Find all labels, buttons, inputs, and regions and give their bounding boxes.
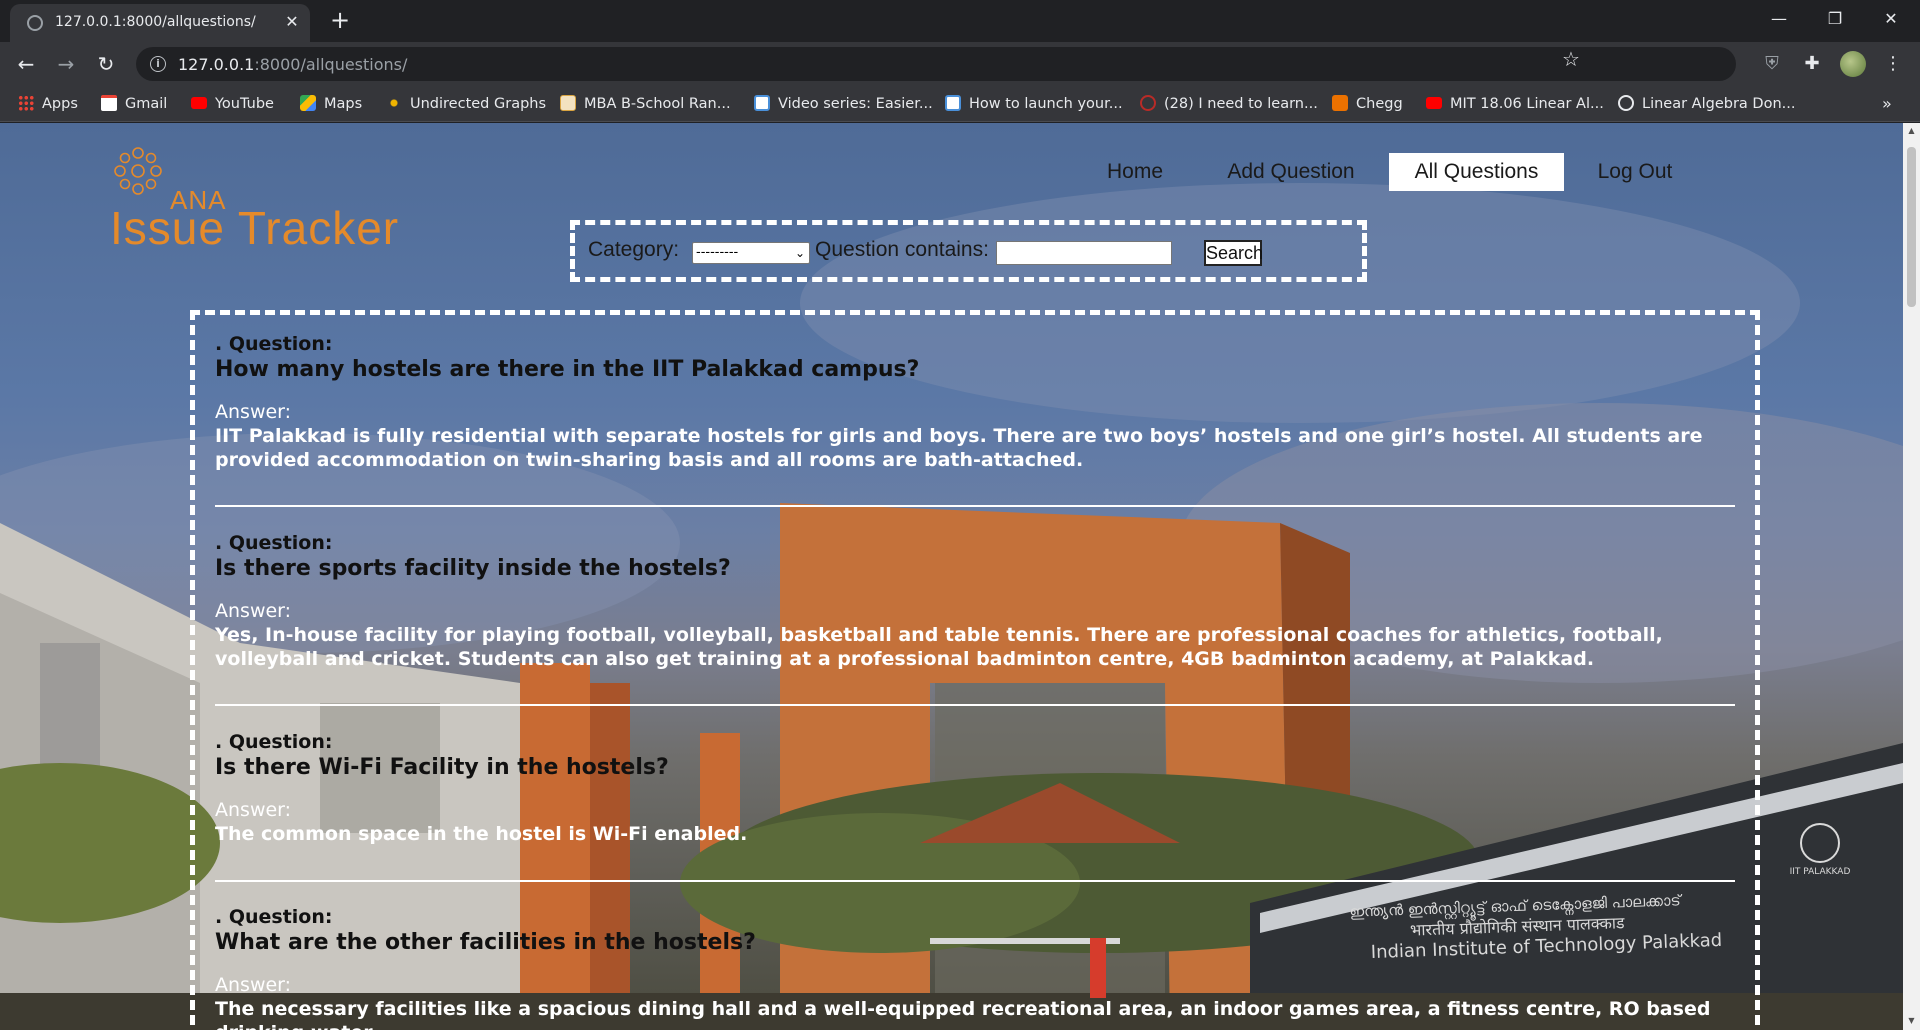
- extensions-puzzle-icon[interactable]: ✚: [1799, 51, 1825, 77]
- bookmark-maps[interactable]: Maps: [300, 95, 362, 113]
- nav-add-question[interactable]: Add Question: [1208, 153, 1374, 191]
- profile-avatar[interactable]: [1840, 51, 1866, 77]
- browser-tab[interactable]: 127.0.0.1:8000/allquestions/ ✕: [10, 4, 310, 42]
- bookmark-gmail[interactable]: Gmail: [101, 95, 167, 113]
- chevron-down-icon: ⌄: [794, 246, 805, 260]
- question-label: . Question:: [215, 906, 333, 928]
- question-label: . Question:: [215, 532, 333, 554]
- question-text: Is there Wi-Fi Facility in the hostels?: [215, 755, 669, 780]
- graph-icon: [386, 95, 402, 111]
- maps-icon: [300, 95, 316, 111]
- answer-text: IIT Palakkad is fully residential with s…: [215, 425, 1703, 471]
- quora-icon: [1140, 95, 1156, 111]
- list-item: . Question: Is there Wi-Fi Facility in t…: [215, 730, 1740, 846]
- answer-text: The common space in the hostel is Wi-Fi …: [215, 823, 748, 845]
- divider: [215, 505, 1735, 507]
- minimize-icon[interactable]: —: [1751, 0, 1807, 38]
- bookmark-mba[interactable]: MBA B-School Ran...: [560, 95, 731, 113]
- chegg-icon: [1332, 95, 1348, 111]
- list-item: . Question: How many hostels are there i…: [215, 332, 1740, 472]
- question-text: Is there sports facility inside the host…: [215, 556, 731, 581]
- back-icon[interactable]: ←: [12, 50, 40, 78]
- category-select[interactable]: --------- ⌄: [692, 242, 810, 264]
- emblem-icon: [1800, 823, 1840, 863]
- bookmark-linear-algebra[interactable]: Linear Algebra Don...: [1618, 95, 1795, 113]
- shield-extension-icon[interactable]: ⛨: [1759, 51, 1785, 77]
- answer-label: Answer:: [215, 799, 292, 821]
- close-tab-icon[interactable]: ✕: [281, 11, 303, 33]
- question-label: . Question:: [215, 731, 333, 753]
- divider: [215, 704, 1735, 706]
- bookmark-star-icon[interactable]: ☆: [1562, 47, 1580, 71]
- apps-grid-icon: [18, 95, 34, 111]
- divider: [215, 880, 1735, 882]
- url-text[interactable]: 127.0.0.1:8000/allquestions/: [178, 55, 407, 74]
- scroll-thumb[interactable]: [1907, 147, 1916, 307]
- forward-icon[interactable]: →: [52, 50, 80, 78]
- address-bar[interactable]: i 127.0.0.1:8000/allquestions/: [136, 47, 1736, 81]
- background-emblem: IIT PALAKKAD: [1780, 823, 1860, 877]
- gmail-icon: [101, 95, 117, 111]
- search-form: Category: --------- ⌄ Question contains:…: [570, 220, 1367, 282]
- question-contains-label: Question contains:: [815, 238, 989, 261]
- answer-text: The necessary facilities like a spacious…: [215, 998, 1711, 1030]
- list-item: . Question: What are the other facilitie…: [215, 905, 1740, 1030]
- nav-all-questions[interactable]: All Questions: [1389, 153, 1564, 191]
- doc-icon: [945, 95, 961, 111]
- bookmark-mit-linear[interactable]: MIT 18.06 Linear Al...: [1426, 95, 1604, 113]
- youtube-icon: [191, 97, 207, 109]
- bookmark-undirected-graphs[interactable]: Undirected Graphs: [386, 95, 546, 113]
- doc-icon: [754, 95, 770, 111]
- bookmark-chegg[interactable]: Chegg: [1332, 95, 1403, 113]
- question-search-input[interactable]: [996, 241, 1172, 265]
- list-item: . Question: Is there sports facility ins…: [215, 531, 1740, 671]
- tab-title: 127.0.0.1:8000/allquestions/: [55, 14, 256, 30]
- close-window-icon[interactable]: ✕: [1863, 0, 1919, 38]
- question-label: . Question:: [215, 333, 333, 355]
- nav-log-out[interactable]: Log Out: [1585, 153, 1685, 191]
- question-text: How many hostels are there in the IIT Pa…: [215, 357, 920, 382]
- more-bookmarks-icon[interactable]: »: [1882, 94, 1892, 113]
- answer-label: Answer:: [215, 600, 292, 622]
- bookmark-quora[interactable]: (28) I need to learn...: [1140, 95, 1318, 113]
- globe-icon: [1618, 95, 1634, 111]
- bookmark-youtube[interactable]: YouTube: [191, 95, 274, 113]
- page-viewport: ഇന്ത്യൻ ഇൻസ്റ്റിറ്റ്യൂട്ട് ഓഫ് ടെക്നോളജി…: [0, 123, 1903, 1030]
- scroll-up-icon[interactable]: ▲: [1907, 126, 1916, 135]
- answer-text: Yes, In-house facility for playing footb…: [215, 624, 1663, 670]
- youtube-icon: [1426, 97, 1442, 109]
- browser-tab-strip: 127.0.0.1:8000/allquestions/ ✕ + — ❐ ✕: [0, 0, 1920, 42]
- reload-icon[interactable]: ↻: [92, 50, 120, 78]
- bookmark-video-series[interactable]: Video series: Easier...: [754, 95, 933, 113]
- scroll-down-icon[interactable]: ▼: [1907, 1016, 1916, 1025]
- site-info-icon[interactable]: i: [150, 56, 166, 72]
- question-text: What are the other facilities in the hos…: [215, 930, 756, 955]
- search-button[interactable]: Search: [1204, 240, 1263, 266]
- new-tab-button[interactable]: +: [326, 7, 354, 35]
- bookmark-apps[interactable]: Apps: [18, 95, 78, 113]
- bookmark-page-icon: [560, 95, 576, 111]
- bookmark-how-to-launch[interactable]: How to launch your...: [945, 95, 1123, 113]
- page-scrollbar[interactable]: ▲ ▼: [1903, 123, 1920, 1030]
- restore-icon[interactable]: ❐: [1807, 0, 1863, 38]
- category-label: Category:: [588, 238, 680, 261]
- site-logo[interactable]: ANA Issue Tracker: [108, 141, 468, 251]
- answer-label: Answer:: [215, 974, 292, 996]
- questions-list: . Question: How many hostels are there i…: [190, 310, 1760, 1030]
- globe-icon: [27, 15, 43, 31]
- menu-kebab-icon[interactable]: ⋮: [1880, 51, 1906, 77]
- bookmarks-bar: Apps Gmail YouTube Maps Undirected Graph…: [0, 86, 1920, 122]
- answer-label: Answer:: [215, 401, 292, 423]
- nav-home[interactable]: Home: [1095, 153, 1175, 191]
- logo-flower-icon: [114, 147, 162, 195]
- logo-title: Issue Tracker: [110, 202, 400, 254]
- browser-toolbar: ← → ↻ i 127.0.0.1:8000/allquestions/ ☆ ⛨…: [0, 42, 1920, 86]
